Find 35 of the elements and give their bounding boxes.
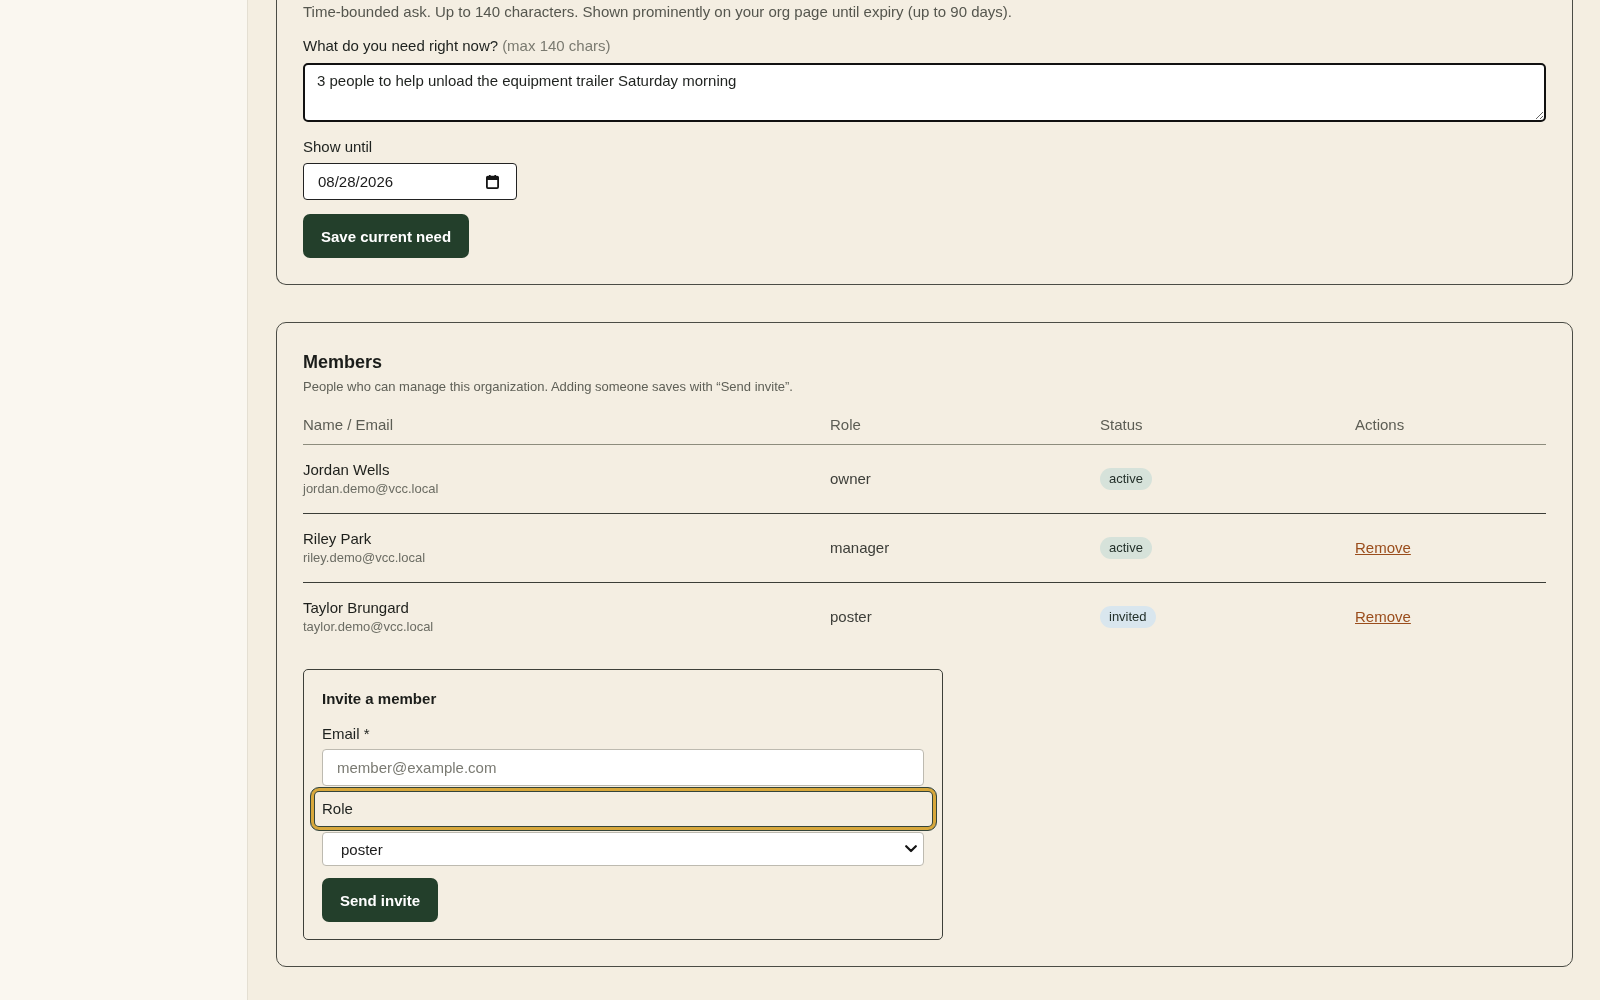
member-email: riley.demo@vcc.local: [303, 549, 426, 567]
member-role: poster: [830, 607, 872, 627]
member-email: taylor.demo@vcc.local: [303, 618, 434, 636]
section-description: People who can manage this organization. Adding someone saves with “Send invite”.: [303, 378, 793, 396]
member-role: manager: [830, 538, 890, 558]
field-hint: (max 140 chars): [502, 36, 611, 56]
chevron-down-icon: [905, 845, 917, 853]
column-header: Role: [830, 415, 861, 435]
field-label: Show until: [303, 137, 373, 157]
save-button[interactable]: Save current need: [303, 214, 470, 258]
member-name: Jordan Wells: [303, 460, 390, 480]
date-field[interactable]: 08/28/2026: [303, 163, 517, 200]
member-name: Taylor Brungard: [303, 598, 409, 618]
section-title: Members: [303, 351, 383, 374]
field-label: Email *: [322, 724, 370, 744]
email-input[interactable]: member@example.com: [322, 749, 924, 786]
field-label: What do you need right now?: [303, 36, 499, 56]
column-header: Actions: [1355, 415, 1405, 435]
member-email: jordan.demo@vcc.local: [303, 480, 439, 498]
column-header: Status: [1100, 415, 1143, 435]
column-header: Name / Email: [303, 415, 394, 435]
calendar-icon: [486, 174, 499, 189]
member-role: owner: [830, 469, 871, 489]
remove-link[interactable]: Remove: [1355, 538, 1411, 558]
panel-title: Invite a member: [322, 689, 437, 709]
status-badge: invited: [1100, 606, 1156, 628]
send-invite-button[interactable]: Send invite: [322, 878, 439, 922]
role-select[interactable]: poster: [322, 832, 924, 866]
member-name: Riley Park: [303, 529, 372, 549]
field-label: Role: [310, 787, 937, 831]
status-badge: active: [1100, 468, 1152, 490]
status-badge: active: [1100, 537, 1152, 559]
need-textarea[interactable]: 3 people to help unload the equipment trailer Saturday morning: [303, 63, 1546, 122]
remove-link[interactable]: Remove: [1355, 607, 1411, 627]
help-text: Time-bounded ask. Up to 140 characters. Shown prominently on your org page until expiry (up to 90 days).: [303, 2, 1012, 22]
